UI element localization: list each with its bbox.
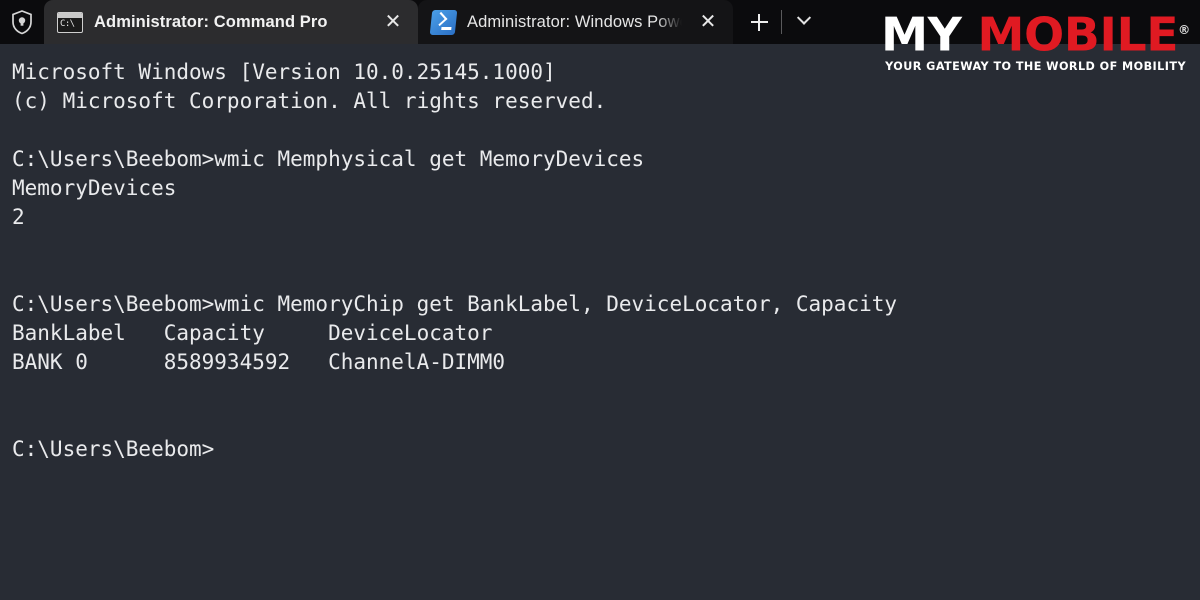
logo-wordmark: MY MOBILE® [881, 6, 1191, 58]
admin-shield-icon [0, 0, 44, 44]
logo-word-mobile: MOBILE [977, 7, 1179, 62]
tab-title-windows-powershell: Administrator: Windows Power [467, 12, 682, 31]
tab-dropdown-button[interactable] [782, 0, 826, 44]
terminal-line: MemoryDevices [12, 176, 177, 200]
my-mobile-watermark-logo: MY MOBILE® YOUR GATEWAY TO THE WORLD OF … [881, 6, 1190, 74]
tab-title-command-prompt: Administrator: Command Pro [94, 12, 328, 31]
powershell-chevron-glyph [433, 11, 448, 26]
terminal-line: BankLabel Capacity DeviceLocator [12, 321, 493, 345]
plus-icon [750, 13, 768, 31]
tab-bar-actions [733, 0, 826, 44]
tab-close-button-command-prompt[interactable]: ✕ [378, 7, 408, 37]
terminal-line: (c) Microsoft Corporation. All rights re… [12, 89, 607, 113]
windows-terminal-window: C:\ Administrator: Command Pro ✕ Adminis… [0, 0, 1200, 600]
logo-tagline: YOUR GATEWAY TO THE WORLD OF MOBILITY [885, 60, 1186, 74]
logo-word-space [962, 7, 978, 61]
terminal-line: BANK 0 8589934592 ChannelA-DIMM0 [12, 350, 506, 374]
terminal-line: C:\Users\Beebom>wmic Memphysical get Mem… [12, 147, 645, 171]
terminal-line: C:\Users\Beebom>wmic MemoryChip get Bank… [12, 292, 898, 316]
tab-close-button-windows-powershell[interactable]: ✕ [693, 7, 723, 37]
powershell-icon [429, 9, 458, 35]
powershell-bar-glyph [441, 26, 452, 30]
terminal-output-area[interactable]: Microsoft Windows [Version 10.0.25145.10… [0, 44, 1200, 600]
tab-windows-powershell[interactable]: Administrator: Windows Power ✕ [418, 0, 733, 44]
logo-word-my: MY [881, 7, 962, 62]
chevron-down-icon [796, 10, 812, 25]
terminal-prompt-line: C:\Users\Beebom> [12, 437, 215, 461]
cmd-icon: C:\ [57, 11, 83, 33]
terminal-line: 2 [12, 205, 25, 229]
cmd-icon-text: C:\ [60, 18, 75, 29]
registered-trademark-icon: ® [1178, 23, 1191, 37]
tab-command-prompt[interactable]: C:\ Administrator: Command Pro ✕ [44, 0, 418, 44]
new-tab-button[interactable] [737, 0, 781, 44]
